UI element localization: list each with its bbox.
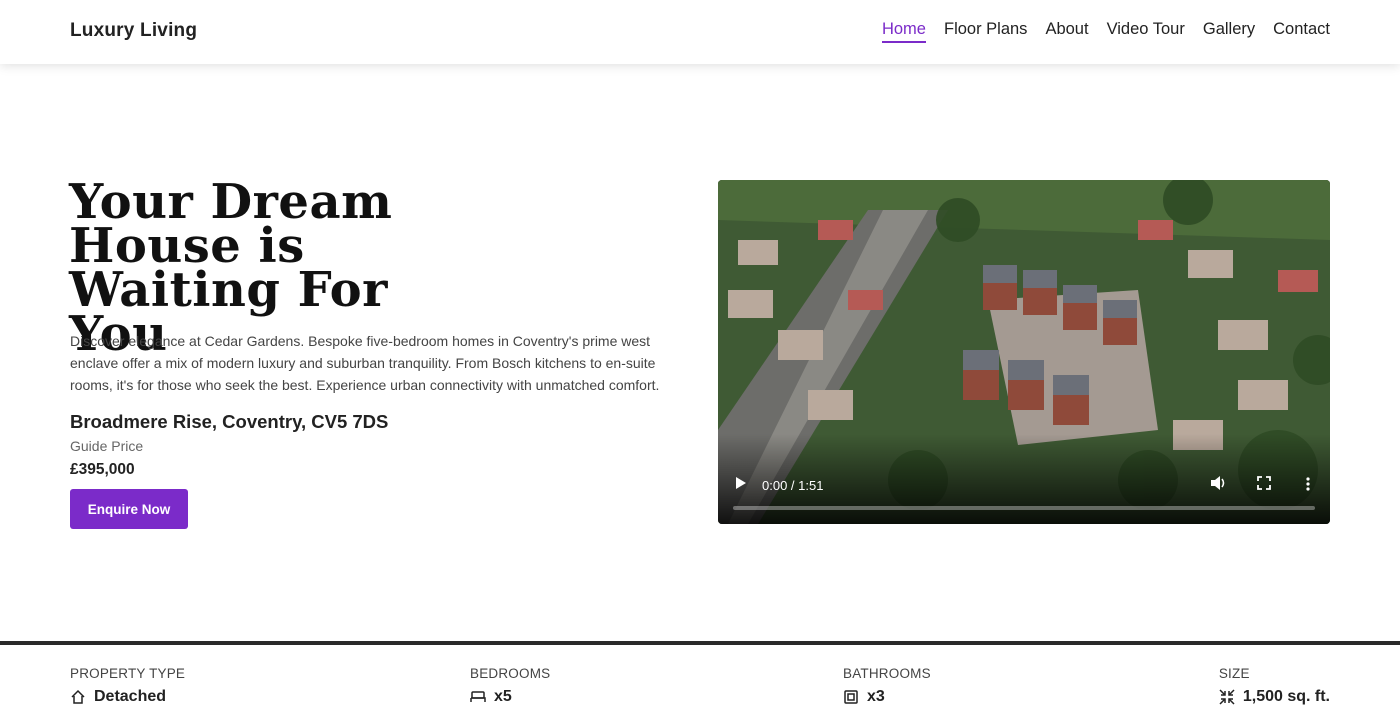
navbar: Luxury Living Home Floor Plans About Vid… [0,0,1400,64]
feature-size: SIZE 1,500 sq. ft. [1219,666,1330,706]
video-controls: 0:00 / 1:51 [718,464,1330,524]
property-address: Broadmere Rise, Coventry, CV5 7DS [70,411,389,432]
feature-value: 1,500 sq. ft. [1242,688,1330,705]
feature-label: BEDROOMS [470,666,551,681]
enquire-now-button[interactable]: Enquire Now [70,489,188,529]
nav-link-floor-plans[interactable]: Floor Plans [944,20,1027,43]
feature-label: BATHROOMS [843,666,931,681]
nav-link-about[interactable]: About [1045,20,1088,43]
nav-links: Home Floor Plans About Video Tour Galler… [881,20,1330,43]
feature-label: PROPERTY TYPE [70,666,186,681]
guide-price-label: Guide Price [70,438,144,454]
more-options-icon[interactable] [1303,476,1313,492]
nav-link-contact[interactable]: Contact [1273,20,1330,43]
feature-value: x5 [494,688,512,705]
video-player[interactable]: 0:00 / 1:51 [718,180,1330,524]
section-divider [0,641,1400,645]
brand-logo[interactable]: Luxury Living [70,20,197,42]
video-time-display: 0:00 / 1:51 [762,478,824,493]
house-icon [71,689,85,704]
bath-icon [844,690,858,704]
fullscreen-icon[interactable] [1257,476,1271,490]
feature-bedrooms: BEDROOMS x5 [470,666,550,706]
play-icon[interactable] [734,475,748,491]
feature-bathrooms: BATHROOMS x3 [843,666,931,706]
nav-link-home[interactable]: Home [881,20,926,43]
video-progress-bar[interactable] [733,506,1315,510]
nav-link-video-tour[interactable]: Video Tour [1107,20,1185,43]
guide-price-value: £395,000 [70,461,135,478]
feature-value: Detached [94,688,167,705]
feature-value-row: x5 [470,688,550,706]
feature-value-row: Detached [70,688,185,706]
volume-icon[interactable] [1210,475,1228,491]
feature-property-type: PROPERTY TYPE Detached [70,666,185,706]
feature-value-row: 1,500 sq. ft. [1219,688,1330,706]
size-icon [1219,689,1235,705]
nav-link-gallery[interactable]: Gallery [1203,20,1255,43]
hero-description: Discover elegance at Cedar Gardens. Besp… [70,333,660,393]
feature-value: x3 [867,688,885,705]
feature-value-row: x3 [843,688,931,706]
feature-label: SIZE [1218,666,1250,681]
bed-icon [470,691,486,702]
